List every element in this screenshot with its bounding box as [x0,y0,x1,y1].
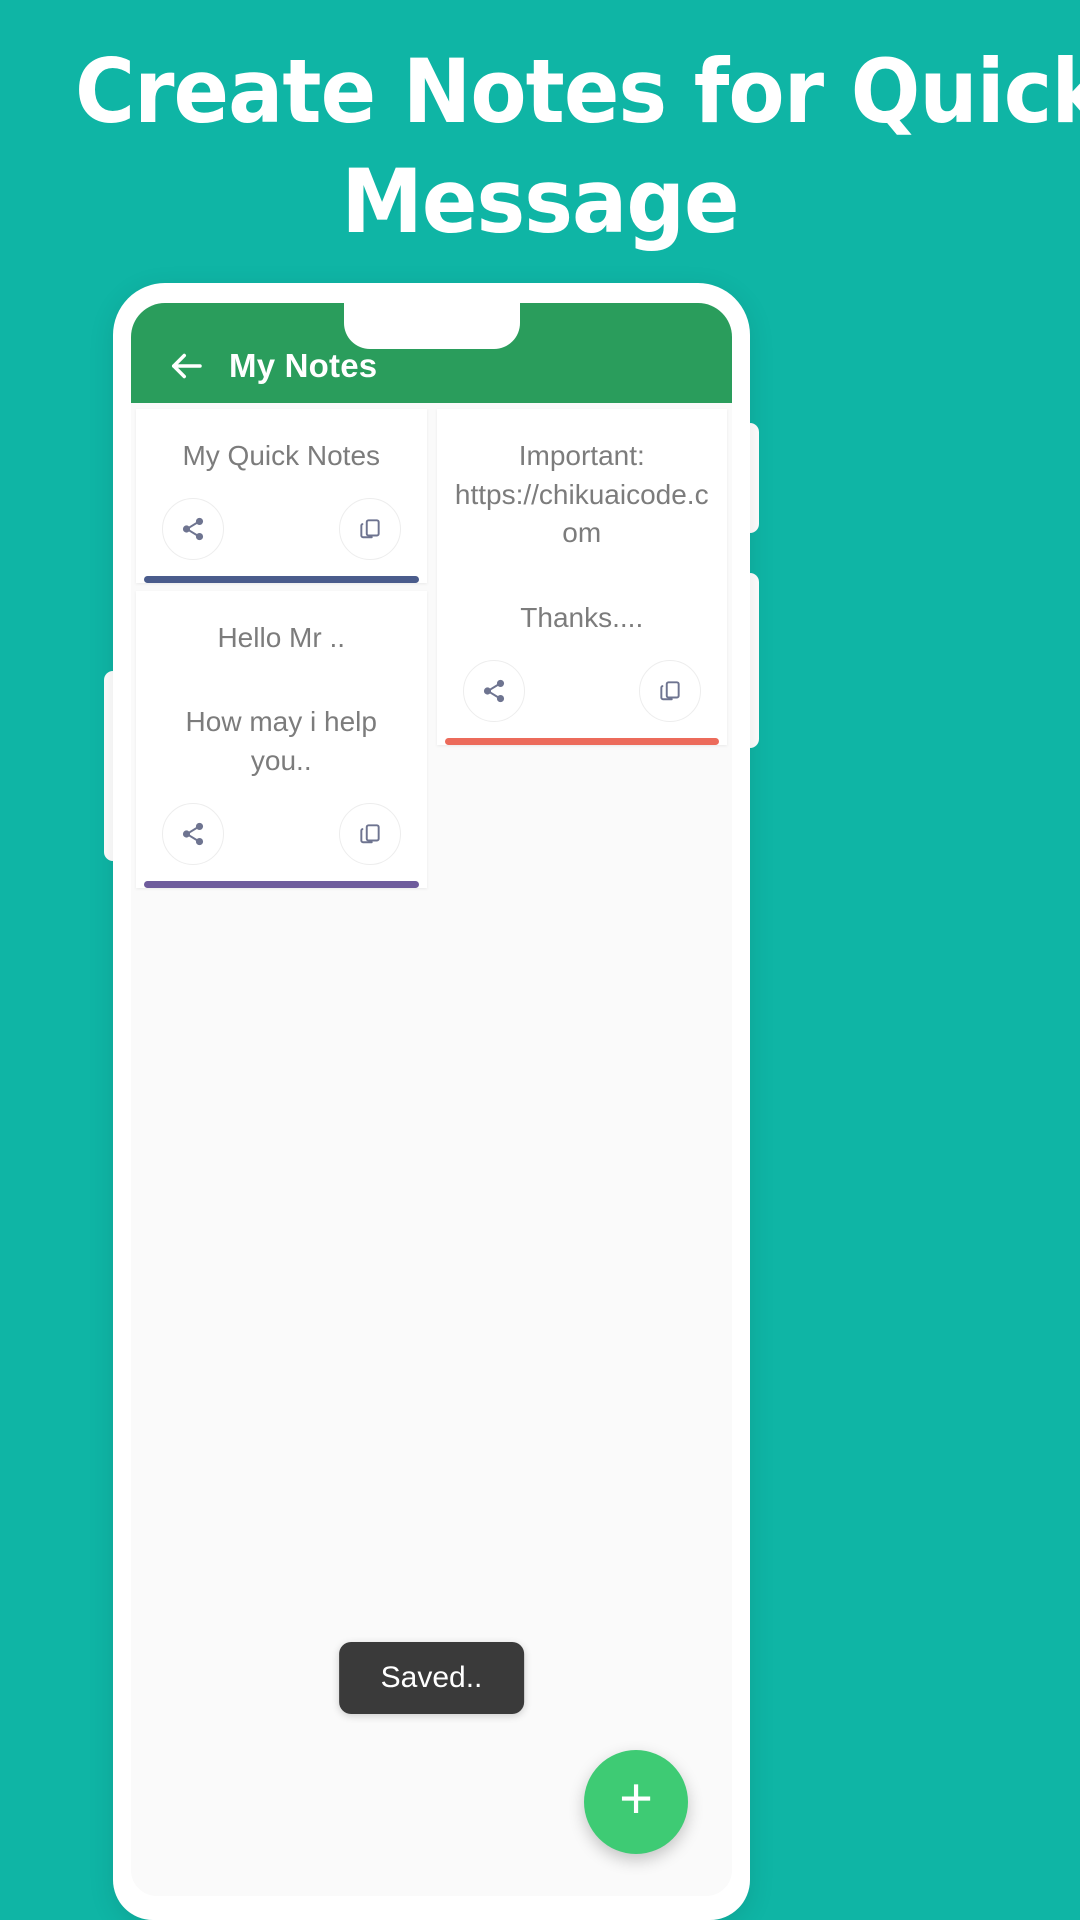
promo-headline: Create Notes for Quick Message [38,40,1080,253]
note-text-secondary: Thanks.... [520,601,644,633]
share-button[interactable] [462,659,525,722]
note-actions [154,476,409,576]
share-icon [182,822,204,845]
notes-column-right: Important: https://chikuaicode.com Thank… [432,405,733,749]
note-actions [455,638,710,738]
copy-button[interactable] [338,497,401,560]
copy-icon [359,518,380,538]
note-card[interactable]: My Quick Notes [136,409,427,583]
page-title: My Notes [229,347,378,384]
share-icon [182,517,204,540]
notes-column-left: My Quick Notes Hello Mr .. How may i hel… [131,405,432,892]
note-text: Hello Mr .. [217,621,346,653]
headline-line-1: Create Notes for Quick [74,40,1080,143]
note-actions [154,781,409,881]
app-bar: My Notes [131,303,732,403]
note-accent-bar [144,880,419,888]
note-card[interactable]: Important: https://chikuaicode.com Thank… [436,409,727,745]
note-text-secondary: How may i help you.. [185,706,377,776]
share-icon [483,679,504,702]
share-button[interactable] [162,497,224,560]
note-text: Important: https://chikuaicode.com [454,440,709,549]
note-card[interactable]: Hello Mr .. How may i help you.. [136,590,427,888]
arrow-left-icon[interactable] [165,345,207,387]
note-accent-bar [444,737,719,745]
notes-grid: My Quick Notes Hello Mr .. How may i hel… [131,403,732,892]
headline-line-2: Message [341,150,739,253]
plus-icon: + [619,1766,653,1831]
copy-button[interactable] [338,802,401,865]
phone-mockup: My Notes My Quick Notes Hello Mr .. How … [104,283,759,1920]
copy-icon [359,823,380,843]
copy-icon [660,680,680,700]
phone-notch [343,303,520,349]
note-text: My Quick Notes [182,440,381,471]
notes-area: My Quick Notes Hello Mr .. How may i hel… [131,403,732,1896]
note-accent-bar [144,575,419,583]
phone-screen: My Notes My Quick Notes Hello Mr .. How … [131,303,732,1896]
phone-body: My Notes My Quick Notes Hello Mr .. How … [113,283,750,1920]
copy-button[interactable] [639,659,701,722]
add-note-fab[interactable]: + [584,1750,688,1854]
share-button[interactable] [162,802,224,865]
status-toast: Saved.. [338,1642,525,1714]
